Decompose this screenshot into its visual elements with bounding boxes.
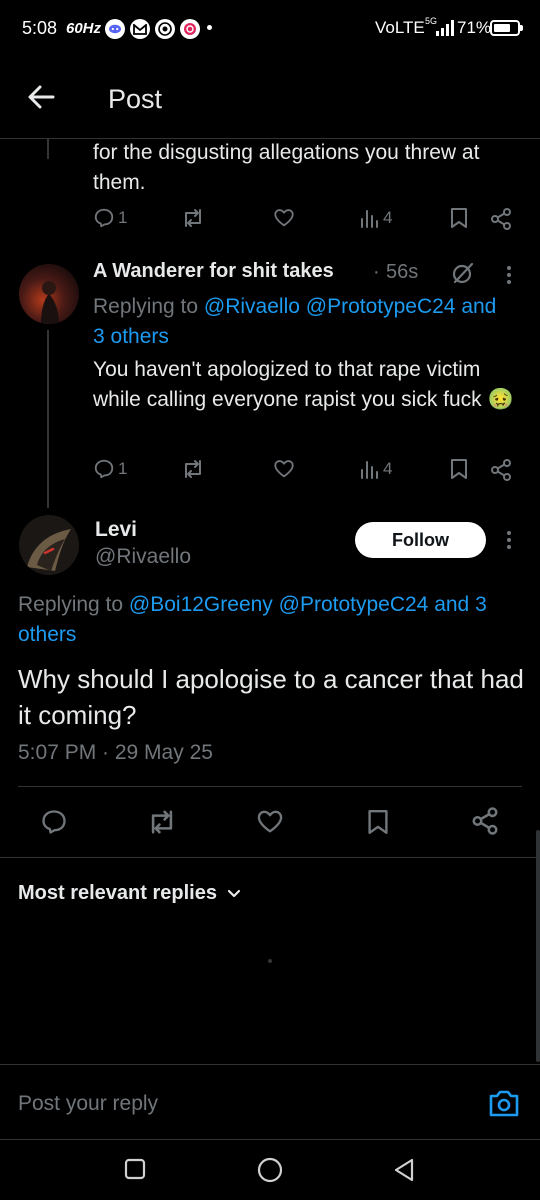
bookmark-icon (451, 208, 467, 228)
bookmark-button[interactable] (366, 808, 390, 836)
chrome-icon (155, 19, 175, 39)
share-button[interactable] (489, 207, 513, 231)
repost-icon (185, 460, 201, 478)
loading-indicator (268, 959, 272, 963)
scrollbar[interactable] (536, 830, 540, 1062)
more-notifications-dot (207, 25, 212, 30)
battery-cap (520, 25, 523, 31)
composer-divider (0, 1064, 540, 1065)
post-text: Why should I apologise to a cancer that … (18, 664, 524, 730)
share-icon (491, 459, 511, 481)
tweet-text: for the disgusting allegations you threw… (93, 141, 480, 194)
views-count: 4 (383, 459, 393, 478)
author-handle[interactable]: @Rivaello (95, 545, 191, 569)
replying-prefix: Replying to (93, 295, 199, 318)
more-options-icon[interactable] (505, 264, 513, 286)
reply-icon (94, 459, 114, 479)
reply-count: 1 (118, 459, 128, 478)
battery-percent: 71% (457, 18, 492, 37)
reply-count: 1 (118, 208, 128, 227)
reply-icon (42, 810, 66, 834)
author-name[interactable]: A Wanderer for shit takes (93, 260, 334, 283)
avatar[interactable] (19, 515, 79, 575)
status-bar: 5:08 60Hz VoLTE 5G 71% (0, 0, 540, 58)
avatar[interactable] (19, 264, 79, 324)
views-count: 4 (383, 208, 393, 227)
bookmark-button[interactable] (449, 458, 469, 480)
home-icon[interactable] (257, 1157, 283, 1183)
recents-icon[interactable] (124, 1158, 146, 1180)
share-icon (472, 807, 498, 835)
repost-icon (185, 209, 201, 227)
reply-button[interactable]: 1 (93, 207, 127, 229)
divider (18, 786, 522, 787)
share-button[interactable] (489, 458, 513, 482)
chevron-down-icon (227, 889, 241, 897)
grok-icon[interactable] (451, 261, 475, 285)
reply-button[interactable] (40, 808, 68, 836)
reply-button[interactable]: 1 (93, 458, 127, 480)
tweet-actions: 1 4 (93, 458, 523, 486)
camera-icon[interactable] (488, 1088, 520, 1118)
replying-prefix: Replying to (18, 593, 124, 616)
views-icon (361, 461, 378, 479)
signal-icon (436, 20, 454, 36)
replies-sort-dropdown[interactable]: Most relevant replies (18, 882, 241, 905)
bookmark-icon (451, 459, 467, 479)
volte-indicator: VoLTE (375, 18, 425, 37)
back-arrow-icon[interactable] (26, 82, 56, 112)
separator: · (373, 261, 380, 283)
like-button[interactable] (255, 808, 285, 836)
repost-button[interactable] (146, 808, 178, 836)
heart-icon (257, 810, 283, 833)
views-icon (361, 210, 378, 228)
share-button[interactable] (470, 806, 500, 836)
gmail-icon (130, 19, 150, 39)
reply-icon (94, 208, 114, 228)
heart-icon (274, 460, 294, 478)
thread-line (47, 330, 49, 508)
thread-line (47, 139, 49, 159)
repost-button[interactable] (181, 207, 205, 229)
like-button[interactable] (273, 458, 295, 480)
repost-button[interactable] (181, 458, 205, 480)
divider (0, 857, 540, 858)
app-notification-icon (180, 19, 200, 39)
tweet-text: You haven't apologized to that rape vict… (93, 358, 514, 411)
bookmark-button[interactable] (449, 207, 469, 229)
author-name[interactable]: Levi (95, 518, 137, 542)
follow-button[interactable]: Follow (355, 522, 486, 558)
back-icon[interactable] (392, 1157, 416, 1183)
post-timestamp: 5:07 PM · 29 May 25 (18, 741, 213, 764)
views-button[interactable]: 4 (360, 458, 392, 480)
battery-icon (490, 20, 520, 36)
like-button[interactable] (273, 207, 295, 229)
refresh-rate: 60Hz (66, 20, 102, 37)
bookmark-icon (368, 809, 388, 834)
share-icon (491, 208, 511, 230)
repost-icon (151, 810, 173, 834)
views-button[interactable]: 4 (360, 207, 392, 229)
time-ago: 56s (386, 261, 419, 283)
replying-to: Replying to @Rivaello @PrototypeC24 and … (93, 292, 513, 352)
replies-sort-label: Most relevant replies (18, 882, 217, 904)
battery-fill (494, 24, 510, 32)
replying-to: Replying to @Boi12Greeny @PrototypeC24 a… (18, 590, 528, 650)
heart-icon (274, 209, 294, 227)
reply-input[interactable]: Post your reply (18, 1092, 158, 1116)
status-time: 5:08 (22, 18, 58, 38)
page-title: Post (108, 84, 163, 114)
tweet-actions: 1 4 (93, 207, 523, 235)
system-nav-bar (0, 1140, 540, 1200)
more-options-icon[interactable] (505, 529, 513, 551)
discord-icon (105, 19, 125, 39)
